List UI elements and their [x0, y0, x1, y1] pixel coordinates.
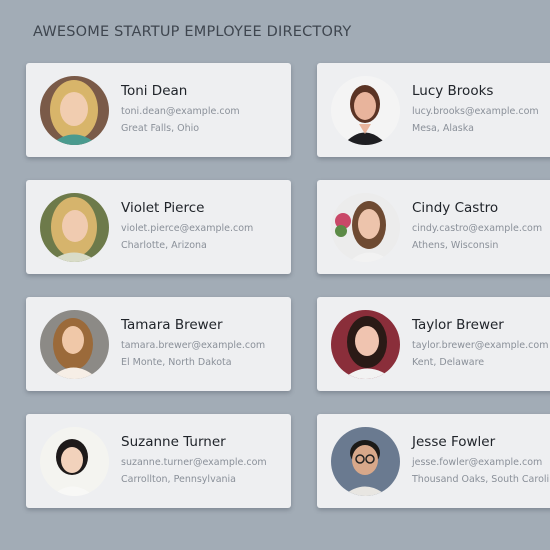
woman-blonde-avatar [40, 193, 109, 262]
woman-brunette-avatar [331, 193, 400, 262]
employee-location: El Monte, North Dakota [121, 357, 232, 368]
employee-card[interactable]: Suzanne Turner suzanne.turner@example.co… [26, 414, 291, 508]
employee-email: toni.dean@example.com [121, 106, 240, 117]
woman-dark-hair-avatar [331, 310, 400, 379]
employee-card[interactable]: Violet Pierce violet.pierce@example.com … [26, 180, 291, 274]
employee-name: Violet Pierce [121, 200, 205, 216]
employee-email: violet.pierce@example.com [121, 223, 254, 234]
employee-email: jesse.fowler@example.com [412, 457, 543, 468]
employee-location: Charlotte, Arizona [121, 240, 207, 251]
employee-location: Carrollton, Pennsylvania [121, 474, 236, 485]
employee-card[interactable]: Tamara Brewer tamara.brewer@example.com … [26, 297, 291, 391]
employee-name: Tamara Brewer [121, 317, 223, 333]
woman-light-brown-hair-avatar [40, 310, 109, 379]
employee-email: cindy.castro@example.com [412, 223, 543, 234]
employee-name: Suzanne Turner [121, 434, 226, 450]
woman-black-hair-avatar [40, 427, 109, 496]
employee-location: Mesa, Alaska [412, 123, 474, 134]
page-title: AWESOME STARTUP EMPLOYEE DIRECTORY [33, 24, 352, 40]
employee-card[interactable]: Jesse Fowler jesse.fowler@example.com Th… [317, 414, 550, 508]
employee-email: taylor.brewer@example.com [412, 340, 549, 351]
employee-email: tamara.brewer@example.com [121, 340, 266, 351]
employee-name: Jesse Fowler [412, 434, 496, 450]
woman-blonde-avatar [40, 76, 109, 145]
employee-email: lucy.brooks@example.com [412, 106, 539, 117]
employee-name: Lucy Brooks [412, 83, 494, 99]
man-dark-hair-glasses-avatar [331, 427, 400, 496]
employee-location: Thousand Oaks, South Carolina [412, 474, 550, 485]
employee-name: Cindy Castro [412, 200, 499, 216]
woman-brunette-avatar [331, 76, 400, 145]
employee-email: suzanne.turner@example.com [121, 457, 267, 468]
employee-location: Athens, Wisconsin [412, 240, 499, 251]
employee-location: Great Falls, Ohio [121, 123, 200, 134]
employee-card[interactable]: Toni Dean toni.dean@example.com Great Fa… [26, 63, 291, 157]
employee-location: Kent, Delaware [412, 357, 485, 368]
employee-name: Toni Dean [121, 83, 188, 99]
employee-name: Taylor Brewer [412, 317, 504, 333]
employee-card[interactable]: Lucy Brooks lucy.brooks@example.com Mesa… [317, 63, 550, 157]
employee-card[interactable]: Cindy Castro cindy.castro@example.com At… [317, 180, 550, 274]
employee-card[interactable]: Taylor Brewer taylor.brewer@example.com … [317, 297, 550, 391]
